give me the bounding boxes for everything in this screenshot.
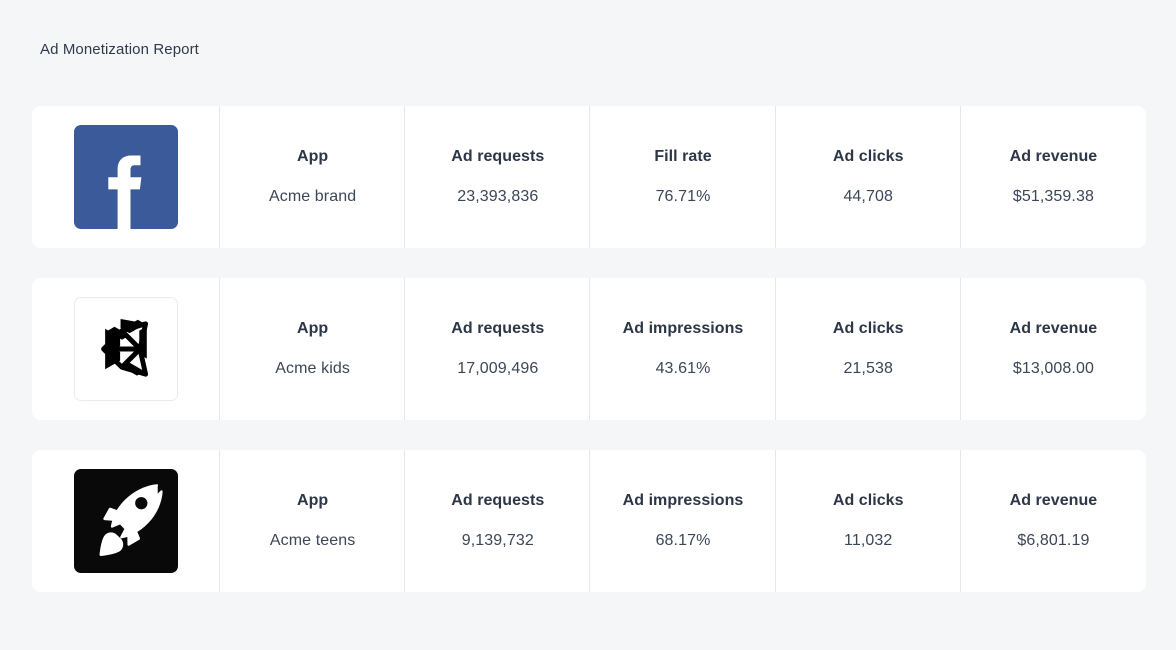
metric-label: App (296, 492, 329, 509)
metric-cell-ad-clicks: Ad clicks 44,708 (776, 106, 962, 248)
metric-cell-ad-requests: Ad requests 17,009,496 (405, 278, 591, 420)
metric-cell-ad-requests: Ad requests 23,393,836 (405, 106, 591, 248)
metric-label: Ad impressions (622, 492, 744, 509)
metric-value: 43.61% (655, 360, 711, 377)
metric-value: Acme teens (269, 532, 356, 549)
metric-value: 44,708 (843, 188, 893, 205)
metric-value: $13,008.00 (1012, 360, 1094, 377)
metric-label: Ad clicks (832, 320, 904, 337)
metric-label: Ad requests (451, 148, 545, 165)
metric-value: 21,538 (843, 360, 893, 377)
metric-value: $6,801.19 (1017, 532, 1090, 549)
ad-monetization-report-page: Ad Monetization Report App Acme brand Ad… (0, 0, 1176, 650)
metric-label: App (296, 148, 329, 165)
metric-label: Ad clicks (832, 148, 904, 165)
metric-value: 17,009,496 (457, 360, 539, 377)
app-logo-cell (32, 106, 220, 248)
metric-value: 23,393,836 (457, 188, 539, 205)
metric-cell-ad-impressions: Ad impressions 68.17% (590, 450, 776, 592)
page-title: Ad Monetization Report (40, 41, 199, 58)
metric-label: Ad requests (451, 492, 545, 509)
metric-cell-ad-requests: Ad requests 9,139,732 (405, 450, 591, 592)
metric-cell-ad-clicks: Ad clicks 11,032 (776, 450, 962, 592)
metric-cell-ad-revenue: Ad revenue $13,008.00 (961, 278, 1146, 420)
app-logo-cell (32, 450, 220, 592)
metric-value: Acme brand (268, 188, 357, 205)
metric-cell-app: App Acme brand (220, 106, 406, 248)
metric-cell-fill-rate: Fill rate 76.71% (590, 106, 776, 248)
facebook-icon (74, 125, 178, 229)
metric-label: Ad revenue (1009, 492, 1098, 509)
metric-label: Ad revenue (1009, 148, 1098, 165)
metric-cell-ad-revenue: Ad revenue $6,801.19 (961, 450, 1146, 592)
metric-cell-app: App Acme kids (220, 278, 406, 420)
metric-value: 68.17% (655, 532, 711, 549)
metric-label: Ad revenue (1009, 320, 1098, 337)
metric-cell-app: App Acme teens (220, 450, 406, 592)
metric-cell-ad-clicks: Ad clicks 21,538 (776, 278, 962, 420)
metric-value: 76.71% (655, 188, 711, 205)
metric-value: 9,139,732 (461, 532, 534, 549)
metric-value: $51,359.38 (1012, 188, 1094, 205)
report-card[interactable]: App Acme brand Ad requests 23,393,836 Fi… (32, 106, 1146, 248)
metric-cell-ad-impressions: Ad impressions 43.61% (590, 278, 776, 420)
app-logo-cell (32, 278, 220, 420)
metric-cell-ad-revenue: Ad revenue $51,359.38 (961, 106, 1146, 248)
metric-label: Ad requests (451, 320, 545, 337)
metric-value: 11,032 (844, 532, 893, 549)
metric-label: App (296, 320, 329, 337)
report-card-list: App Acme brand Ad requests 23,393,836 Fi… (32, 106, 1146, 592)
report-card[interactable]: App Acme teens Ad requests 9,139,732 Ad … (32, 450, 1146, 592)
metric-label: Ad clicks (832, 492, 904, 509)
rocket-icon (74, 469, 178, 573)
metric-value: Acme kids (275, 360, 350, 377)
report-card[interactable]: App Acme kids Ad requests 17,009,496 Ad … (32, 278, 1146, 420)
metric-label: Fill rate (654, 148, 712, 165)
unity-icon (74, 297, 178, 401)
metric-label: Ad impressions (622, 320, 744, 337)
